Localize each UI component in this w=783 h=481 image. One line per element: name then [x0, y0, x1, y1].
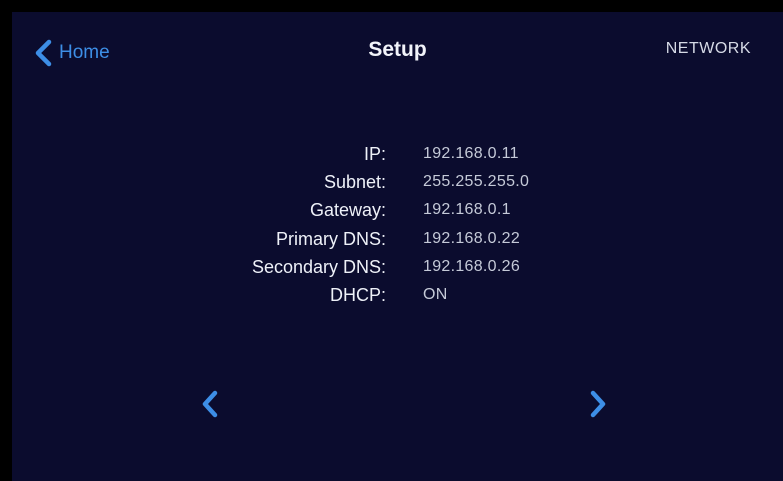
gateway-value: 192.168.0.1: [423, 201, 511, 219]
dhcp-label: DHCP:: [329, 284, 386, 305]
row-ip: IP: 192.168.0.11: [12, 144, 783, 172]
subnet-value: 255.255.255.0: [423, 173, 530, 191]
network-info-list: IP: 192.168.0.11 Subnet: 255.255.255.0 G…: [12, 144, 783, 313]
row-dhcp: DHCP: ON: [12, 285, 783, 313]
previous-page-button[interactable]: [195, 389, 225, 423]
subnet-label: Subnet:: [323, 172, 386, 193]
device-bezel: Home Setup NETWORK IP: 192.168.0.11 Subn…: [0, 0, 783, 481]
row-secondary-dns: Secondary DNS: 192.168.0.26: [12, 257, 783, 285]
setup-screen: Home Setup NETWORK IP: 192.168.0.11 Subn…: [12, 12, 783, 481]
chevron-right-icon: [589, 389, 607, 424]
row-primary-dns: Primary DNS: 192.168.0.22: [12, 229, 783, 257]
secondary-dns-value: 192.168.0.26: [423, 257, 521, 275]
next-page-button[interactable]: [583, 389, 613, 423]
dhcp-value: ON: [423, 285, 448, 303]
row-gateway: Gateway: 192.168.0.1: [12, 200, 783, 228]
secondary-dns-label: Secondary DNS:: [251, 256, 386, 277]
row-subnet: Subnet: 255.255.255.0: [12, 172, 783, 200]
ip-value: 192.168.0.11: [423, 145, 519, 162]
gateway-label: Gateway:: [309, 200, 386, 221]
primary-dns-label: Primary DNS:: [275, 228, 386, 249]
chevron-left-icon: [201, 389, 219, 424]
ip-label: IP:: [363, 144, 386, 164]
section-label: NETWORK: [665, 40, 751, 57]
primary-dns-value: 192.168.0.22: [423, 229, 521, 247]
